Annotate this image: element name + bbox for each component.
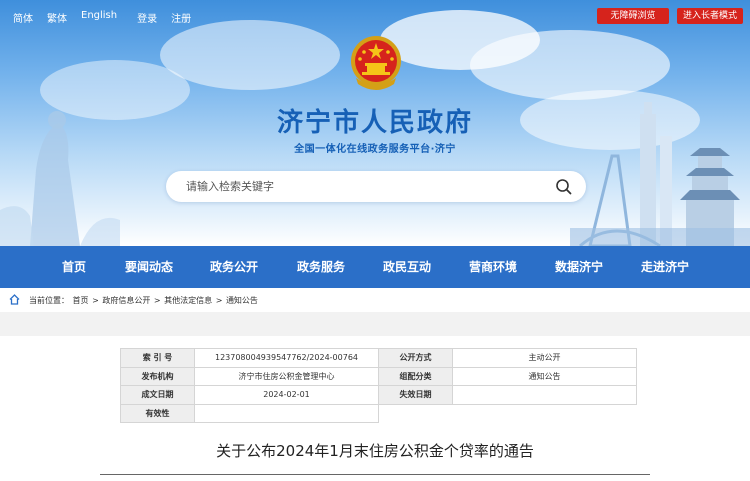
disclosure-method-value: 主动公开	[452, 348, 637, 368]
search-box	[166, 171, 586, 202]
main-nav: 首页 要闻动态 政务公开 政务服务 政民互动 营商环境 数据济宁 走进济宁	[0, 246, 750, 288]
empty-cell	[378, 403, 453, 423]
info-key: 成文日期	[120, 385, 195, 405]
validity-value	[194, 403, 379, 423]
content-top-band	[0, 312, 750, 336]
issue-date-value: 2024-02-01	[194, 385, 379, 405]
category-value: 通知公告	[452, 366, 637, 386]
title-divider	[100, 474, 650, 475]
info-key: 公开方式	[378, 348, 453, 368]
expiry-date-value	[452, 385, 637, 405]
lang-simplified-link[interactable]: 简体	[13, 10, 33, 25]
breadcrumb: 当前位置： 首页 > 政府信息公开 > 其他法定信息 > 通知公告	[0, 288, 750, 312]
search-icon[interactable]	[555, 178, 572, 195]
breadcrumb-separator: >	[215, 296, 223, 305]
national-emblem-icon	[351, 36, 401, 90]
site-header: 简体 繁体 English 登录 注册 无障碍浏览 进入长者模式 济宁市人民政府…	[0, 0, 750, 246]
cloud-decoration	[470, 30, 670, 100]
nav-item-gov-open[interactable]: 政务公开	[210, 246, 258, 288]
document-info-table: 索 引 号 12370800493954776​2/2024-00764 公开方…	[120, 348, 637, 423]
empty-cell	[452, 403, 637, 423]
breadcrumb-separator: >	[92, 296, 99, 305]
breadcrumb-item[interactable]: 其他法定信息	[164, 296, 212, 305]
publisher-value: 济宁市住房公积金管理中心	[194, 366, 379, 386]
info-key: 组配分类	[378, 366, 453, 386]
table-row: 索 引 号 12370800493954776​2/2024-00764 公开方…	[120, 348, 637, 368]
nav-item-data[interactable]: 数据济宁	[555, 246, 603, 288]
breadcrumb-item[interactable]: 政府信息公开	[102, 296, 150, 305]
search-input[interactable]	[186, 177, 536, 196]
elder-mode-button[interactable]: 进入长者模式	[677, 8, 743, 24]
home-icon	[9, 294, 20, 305]
table-row: 成文日期 2024-02-01 失效日期	[120, 385, 637, 405]
confucius-statue-decoration	[0, 111, 120, 246]
article-title: 关于公布2024年1月末住房公积金个贷率的通告	[216, 442, 534, 460]
table-row: 有效性	[120, 403, 637, 423]
nav-item-business[interactable]: 营商环境	[469, 246, 517, 288]
login-link[interactable]: 登录	[137, 10, 157, 25]
info-key: 发布机构	[120, 366, 195, 386]
table-row: 发布机构 济宁市住房公积金管理中心 组配分类 通知公告	[120, 366, 637, 386]
nav-item-about[interactable]: 走进济宁	[641, 246, 689, 288]
info-key: 有效性	[120, 403, 195, 423]
breadcrumb-item[interactable]: 通知公告	[226, 296, 258, 305]
nav-item-home[interactable]: 首页	[62, 246, 86, 288]
nav-item-gov-service[interactable]: 政务服务	[297, 246, 345, 288]
breadcrumb-item[interactable]: 首页	[73, 296, 89, 305]
nav-item-news[interactable]: 要闻动态	[125, 246, 173, 288]
lang-traditional-link[interactable]: 繁体	[47, 10, 67, 25]
cloud-decoration	[160, 20, 340, 90]
index-number-value: 12370800493954776​2/2024-00764	[194, 348, 379, 368]
top-links: 简体 繁体 English 登录 注册	[13, 10, 205, 25]
city-skyline-decoration	[570, 102, 750, 246]
info-key: 失效日期	[378, 385, 453, 405]
barrier-free-button[interactable]: 无障碍浏览	[597, 8, 669, 24]
nav-item-interaction[interactable]: 政民互动	[383, 246, 431, 288]
breadcrumb-prefix: 当前位置：	[29, 296, 69, 305]
info-key: 索 引 号	[120, 348, 195, 368]
breadcrumb-trail: 当前位置： 首页 > 政府信息公开 > 其他法定信息 > 通知公告	[28, 295, 258, 306]
breadcrumb-separator: >	[153, 296, 161, 305]
lang-english-link[interactable]: English	[81, 10, 117, 25]
register-link[interactable]: 注册	[171, 10, 191, 25]
